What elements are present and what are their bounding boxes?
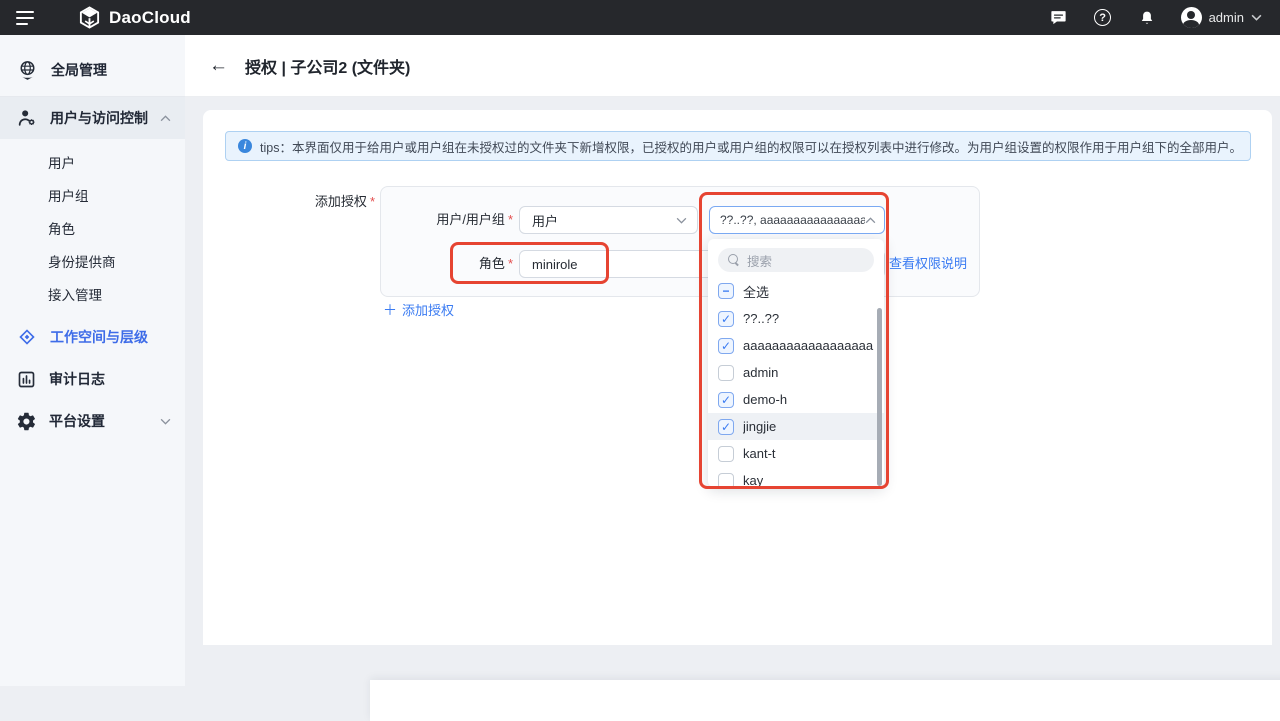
- user-gear-icon: [16, 107, 38, 129]
- users-multiselect-trigger[interactable]: ??..??, aaaaaaaaaaaaaaaaa...: [709, 206, 885, 234]
- main-content: ← 授权 | 子公司2 (文件夹) i tips：本界面仅用于给用户或用户组在未…: [185, 35, 1280, 686]
- search-placeholder: 搜索: [747, 251, 772, 270]
- tips-text: tips：本界面仅用于给用户或用户组在未授权过的文件夹下新增权限，已授权的用户或…: [260, 137, 1242, 156]
- sidebar-item-label: 审计日志: [49, 369, 171, 389]
- checkbox[interactable]: ✓: [718, 311, 734, 327]
- user-type-value: 用户: [532, 211, 676, 230]
- user-type-label: 用户/用户组*: [381, 206, 513, 234]
- user-option[interactable]: admin: [708, 359, 884, 386]
- sidebar-item-label: 工作空间与层级: [50, 327, 171, 347]
- sidebar-subitem[interactable]: 用户: [0, 147, 185, 180]
- user-option-label: demo-h: [743, 392, 787, 407]
- user-option-label: kant-t: [743, 446, 776, 461]
- add-authorization-label: 添加授权*: [203, 192, 375, 212]
- authorization-card: 用户/用户组* 用户 ??..??, aaaaaaaaaaaaaaaaa... …: [380, 186, 980, 297]
- add-authorization-link[interactable]: ＋添加授权: [383, 300, 454, 320]
- search-icon: [728, 254, 740, 266]
- sidebar-subitem-list: 用户用户组角色身份提供商接入管理: [0, 147, 185, 312]
- user-option-label: aaaaaaaaaaaaaaaaaa...: [743, 338, 874, 353]
- users-selected-value: ??..??, aaaaaaaaaaaaaaaaa...: [720, 213, 865, 227]
- chevron-up-icon: [865, 217, 876, 224]
- chevron-down-icon: [160, 418, 171, 425]
- sidebar-item-label: 用户与访问控制: [50, 108, 160, 128]
- role-label: 角色*: [381, 250, 513, 278]
- sidebar-subitem[interactable]: 角色: [0, 213, 185, 246]
- info-icon: i: [238, 139, 252, 153]
- dropdown-scrollbar[interactable]: [877, 308, 882, 486]
- daocloud-logo-icon: [78, 6, 101, 29]
- user-type-select[interactable]: 用户: [519, 206, 698, 234]
- sidebar-item-users-access-control[interactable]: 用户与访问控制: [0, 97, 185, 139]
- user-option-label: kay: [743, 473, 763, 487]
- title-bar: ← 授权 | 子公司2 (文件夹): [185, 35, 1280, 97]
- dropdown-search-input[interactable]: 搜索: [718, 248, 874, 272]
- plus-icon: ＋: [383, 302, 397, 318]
- user-option-label: jingjie: [743, 419, 776, 434]
- view-permission-link[interactable]: 查看权限说明: [889, 253, 967, 272]
- footer-bar: 取消 确定: [370, 680, 1280, 721]
- app-header: DaoCloud ? admin: [0, 0, 1280, 35]
- audit-log-icon: [16, 369, 37, 390]
- workspace-diamond-icon: [16, 326, 38, 348]
- page-title: 授权 | 子公司2 (文件夹): [245, 54, 410, 78]
- checkbox[interactable]: ✓: [718, 392, 734, 408]
- globe-icon: [16, 59, 39, 82]
- sidebar-item-workspace-hierarchy[interactable]: 工作空间与层级: [0, 316, 185, 358]
- users-dropdown: 搜索 − 全选 ✓ ??..?? ✓ aaaaaaaaaaaaaaaaaa...…: [708, 239, 884, 487]
- user-option[interactable]: ✓ aaaaaaaaaaaaaaaaaa...: [708, 332, 884, 359]
- back-button[interactable]: ←: [209, 55, 228, 77]
- logo-text: DaoCloud: [109, 8, 191, 28]
- sidebar-subitem[interactable]: 用户组: [0, 180, 185, 213]
- chevron-down-icon: [676, 217, 687, 224]
- checkbox[interactable]: [718, 446, 734, 462]
- user-option[interactable]: ✓ ??..??: [708, 305, 884, 332]
- select-all-label: 全选: [743, 282, 769, 301]
- chevron-up-icon: [160, 115, 171, 122]
- user-option[interactable]: ✓ demo-h: [708, 386, 884, 413]
- avatar: [1181, 7, 1202, 28]
- username: admin: [1209, 10, 1244, 25]
- user-options-list: ✓ ??..?? ✓ aaaaaaaaaaaaaaaaaa... admin ✓…: [708, 305, 884, 487]
- tips-banner: i tips：本界面仅用于给用户或用户组在未授权过的文件夹下新增权限，已授权的用…: [225, 131, 1251, 161]
- sidebar-item-label: 全局管理: [51, 60, 107, 80]
- user-option-label: admin: [743, 365, 778, 380]
- checkbox[interactable]: ✓: [718, 338, 734, 354]
- user-option[interactable]: ✓ jingjie: [708, 413, 884, 440]
- daocloud-logo[interactable]: DaoCloud: [78, 6, 191, 29]
- user-menu[interactable]: admin: [1181, 7, 1262, 28]
- sidebar-item-label: 平台设置: [49, 411, 160, 431]
- notification-bell-icon[interactable]: [1137, 8, 1157, 28]
- chevron-down-icon: [1251, 14, 1262, 21]
- user-option-label: ??..??: [743, 311, 779, 326]
- sidebar: 全局管理 用户与访问控制 用户用户组角色身份提供商接入管理 工作空间与层级 审计…: [0, 35, 185, 686]
- sidebar-item-platform-settings[interactable]: 平台设置: [0, 400, 185, 442]
- select-all-option[interactable]: − 全选: [708, 277, 884, 305]
- checkbox[interactable]: ✓: [718, 419, 734, 435]
- sidebar-subitem[interactable]: 接入管理: [0, 279, 185, 312]
- help-icon[interactable]: ?: [1093, 8, 1113, 28]
- user-option[interactable]: kay: [708, 467, 884, 487]
- user-option[interactable]: kant-t: [708, 440, 884, 467]
- sidebar-item-audit-logs[interactable]: 审计日志: [0, 358, 185, 400]
- sidebar-item-global-management[interactable]: 全局管理: [0, 48, 185, 92]
- gear-icon: [16, 411, 37, 432]
- checkbox[interactable]: [718, 473, 734, 488]
- indeterminate-checkbox[interactable]: −: [718, 283, 734, 299]
- hamburger-menu-icon[interactable]: [16, 6, 50, 30]
- sidebar-subitem[interactable]: 身份提供商: [0, 246, 185, 279]
- checkbox[interactable]: [718, 365, 734, 381]
- chat-icon[interactable]: [1049, 8, 1069, 28]
